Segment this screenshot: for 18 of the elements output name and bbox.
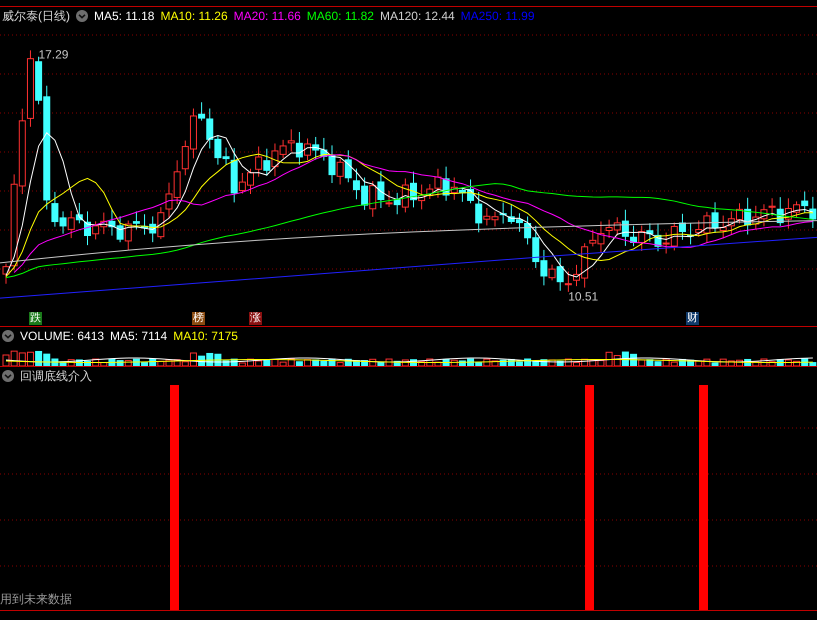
volume-legend-label: MA5: 7114 xyxy=(110,329,168,343)
ma-legend-label: MA250: 11.99 xyxy=(460,9,534,23)
event-marker[interactable]: 财 xyxy=(686,312,699,325)
high-price-label: 17.29 xyxy=(38,47,68,62)
chart-title: 威尔泰(日线) xyxy=(2,8,70,24)
warning-note: 用到未来数据 xyxy=(0,591,72,608)
volume-legend-label: VOLUME: 6413 xyxy=(20,329,104,343)
ma-legend-label: MA20: 11.66 xyxy=(234,9,301,23)
event-marker[interactable]: 涨 xyxy=(249,312,262,325)
volume-legend-label: MA10: 7175 xyxy=(173,329,238,343)
event-marker[interactable]: 榜 xyxy=(192,312,205,325)
ma-legend-label: MA10: 11.26 xyxy=(160,9,228,23)
ma-legend-label: MA60: 11.82 xyxy=(306,9,374,23)
low-price-label: 10.51 xyxy=(568,290,598,304)
ma-legend-label: MA5: 11.18 xyxy=(94,9,154,23)
indicator-title: 回调底线介入 xyxy=(20,368,92,384)
ma-legend-label: MA120: 12.44 xyxy=(380,9,455,23)
event-marker[interactable]: 跌 xyxy=(29,312,42,325)
